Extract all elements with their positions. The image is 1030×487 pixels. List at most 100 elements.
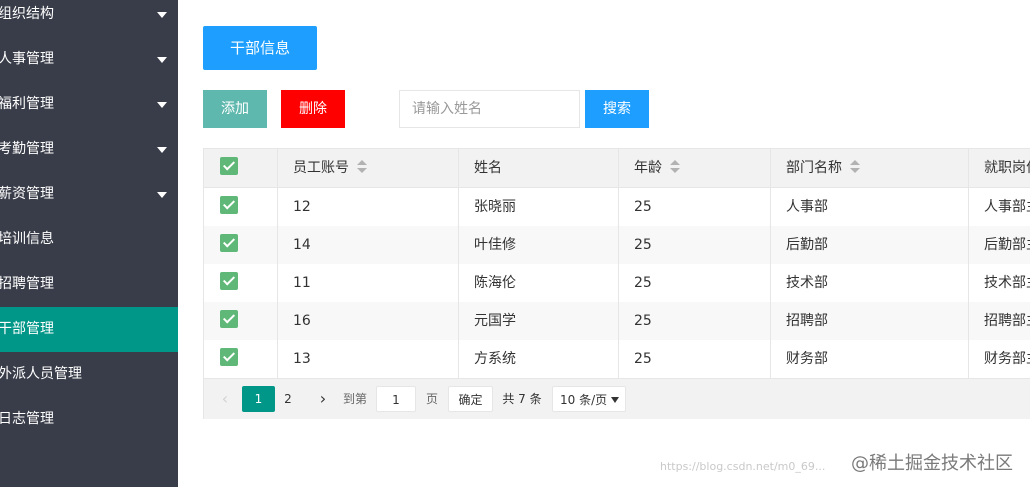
sidebar-item-label: 福利管理 — [0, 96, 54, 112]
column-header-label: 年龄 — [634, 160, 662, 176]
sort-icon[interactable] — [670, 160, 680, 174]
row-select-cell — [204, 188, 278, 226]
cell-department: 人事部 — [771, 188, 969, 226]
column-header-label: 员工账号 — [293, 160, 349, 176]
sidebar-item-label: 人事管理 — [0, 51, 54, 67]
sidebar-item-label: 培训信息 — [0, 231, 54, 247]
table-row[interactable]: 13 方系统 25 财务部 财务部主管 — [204, 340, 1030, 378]
cell-account: 14 — [278, 226, 459, 264]
table-header: 员工账号 姓名 年龄 部门名称 就职岗位 — [204, 149, 1030, 188]
row-select-cell — [204, 264, 278, 302]
cell-position: 人事部主管 — [984, 199, 1030, 215]
select-all-cell — [204, 149, 278, 187]
column-header-label: 部门名称 — [786, 160, 842, 176]
row-select-cell — [204, 340, 278, 378]
main-content: 干部信息 添加 删除 搜索 员工账号 姓名 年龄 部门名称 就职岗位 12 张晓… — [178, 0, 1030, 487]
chevron-down-icon — [157, 12, 167, 18]
total-count: 共 7 条 — [502, 392, 542, 406]
page-1-button[interactable]: 1 — [242, 386, 275, 412]
column-header-label: 就职岗位 — [984, 160, 1030, 176]
sidebar-item-label: 外派人员管理 — [0, 366, 82, 382]
sidebar-item-label: 组织结构 — [0, 6, 54, 22]
search-input[interactable] — [399, 90, 580, 128]
cell-name: 方系统 — [459, 340, 619, 378]
cell-department: 技术部 — [771, 264, 969, 302]
table-row[interactable]: 16 元国学 25 招聘部 招聘部主管 — [204, 302, 1030, 340]
select-all-checkbox[interactable] — [220, 157, 238, 175]
cell-name: 张晓丽 — [459, 188, 619, 226]
cell-age: 25 — [619, 264, 771, 302]
cell-age: 25 — [619, 188, 771, 226]
cell-name: 叶佳修 — [459, 226, 619, 264]
sidebar-item-recruitment[interactable]: 招聘管理 — [0, 262, 178, 307]
chevron-down-icon — [157, 102, 167, 108]
chevron-down-icon — [157, 147, 167, 153]
page-size-value: 10 条/页 — [560, 393, 608, 407]
search-button[interactable]: 搜索 — [585, 90, 649, 128]
column-header-position: 就职岗位 — [969, 149, 1030, 187]
cell-position: 后勤部主管 — [984, 237, 1030, 253]
row-checkbox[interactable] — [220, 234, 238, 252]
sidebar-item-hr[interactable]: 人事管理 — [0, 37, 178, 82]
cell-account: 16 — [278, 302, 459, 340]
sidebar-item-label: 招聘管理 — [0, 276, 54, 292]
cell-name: 陈海伦 — [459, 264, 619, 302]
cell-age: 25 — [619, 302, 771, 340]
data-table: 员工账号 姓名 年龄 部门名称 就职岗位 12 张晓丽 25 人事部 人事部主管… — [203, 148, 1030, 419]
cell-position: 财务部主管 — [984, 351, 1030, 367]
delete-button[interactable]: 删除 — [281, 90, 345, 128]
column-header-account[interactable]: 员工账号 — [278, 149, 459, 187]
add-button[interactable]: 添加 — [203, 90, 267, 128]
sidebar-item-logs[interactable]: 日志管理 — [0, 397, 178, 442]
column-header-label: 姓名 — [474, 160, 502, 176]
cell-account: 12 — [278, 188, 459, 226]
sidebar-item-label: 干部管理 — [0, 321, 54, 337]
cell-department: 招聘部 — [771, 302, 969, 340]
sidebar-item-label: 考勤管理 — [0, 141, 54, 157]
page-size-select[interactable]: 10 条/页 — [552, 386, 626, 412]
row-checkbox[interactable] — [220, 196, 238, 214]
cell-department: 财务部 — [771, 340, 969, 378]
row-select-cell — [204, 226, 278, 264]
chevron-down-icon — [611, 397, 619, 403]
sidebar-item-expatriate[interactable]: 外派人员管理 — [0, 352, 178, 397]
sidebar-item-cadre[interactable]: 干部管理 — [0, 307, 178, 352]
sidebar-item-label: 薪资管理 — [0, 186, 54, 202]
sort-icon[interactable] — [850, 160, 860, 174]
sidebar-item-label: 日志管理 — [0, 411, 54, 427]
row-checkbox[interactable] — [220, 272, 238, 290]
cell-name: 元国学 — [459, 302, 619, 340]
goto-confirm-button[interactable]: 确定 — [448, 386, 493, 412]
cell-account: 11 — [278, 264, 459, 302]
table-row[interactable]: 12 张晓丽 25 人事部 人事部主管 — [204, 188, 1030, 226]
cell-department: 后勤部 — [771, 226, 969, 264]
goto-label: 到第 — [342, 392, 367, 406]
column-header-department[interactable]: 部门名称 — [771, 149, 969, 187]
goto-page-input[interactable]: 1 — [376, 386, 416, 412]
table-row[interactable]: 14 叶佳修 25 后勤部 后勤部主管 — [204, 226, 1030, 264]
chevron-down-icon — [157, 192, 167, 198]
table-row[interactable]: 11 陈海伦 25 技术部 技术部主管 — [204, 264, 1030, 302]
column-header-age[interactable]: 年龄 — [619, 149, 771, 187]
sidebar-item-welfare[interactable]: 福利管理 — [0, 82, 178, 127]
column-header-name: 姓名 — [459, 149, 619, 187]
sort-icon[interactable] — [357, 160, 367, 174]
sidebar-item-salary[interactable]: 薪资管理 — [0, 172, 178, 217]
page-unit-label: 页 — [425, 392, 438, 406]
row-checkbox[interactable] — [220, 348, 238, 366]
sidebar-item-training[interactable]: 培训信息 — [0, 217, 178, 262]
page-2-button[interactable]: 2 — [276, 386, 300, 412]
cell-account: 13 — [278, 340, 459, 378]
cell-position: 技术部主管 — [984, 275, 1030, 291]
cell-age: 25 — [619, 226, 771, 264]
sidebar-item-org-structure[interactable]: 组织结构 — [0, 0, 178, 37]
page-title[interactable]: 干部信息 — [203, 26, 317, 70]
sidebar: 组织结构 人事管理 福利管理 考勤管理 薪资管理 培训信息 招聘管理 干部管理 … — [0, 0, 178, 487]
chevron-down-icon — [157, 57, 167, 63]
cell-age: 25 — [619, 340, 771, 378]
row-checkbox[interactable] — [220, 310, 238, 328]
next-page-button[interactable]: › — [312, 386, 334, 412]
sidebar-item-attendance[interactable]: 考勤管理 — [0, 127, 178, 172]
watermark-url: https://blog.csdn.net/m0_69... — [660, 460, 826, 473]
prev-page-button[interactable]: ‹ — [214, 386, 236, 412]
